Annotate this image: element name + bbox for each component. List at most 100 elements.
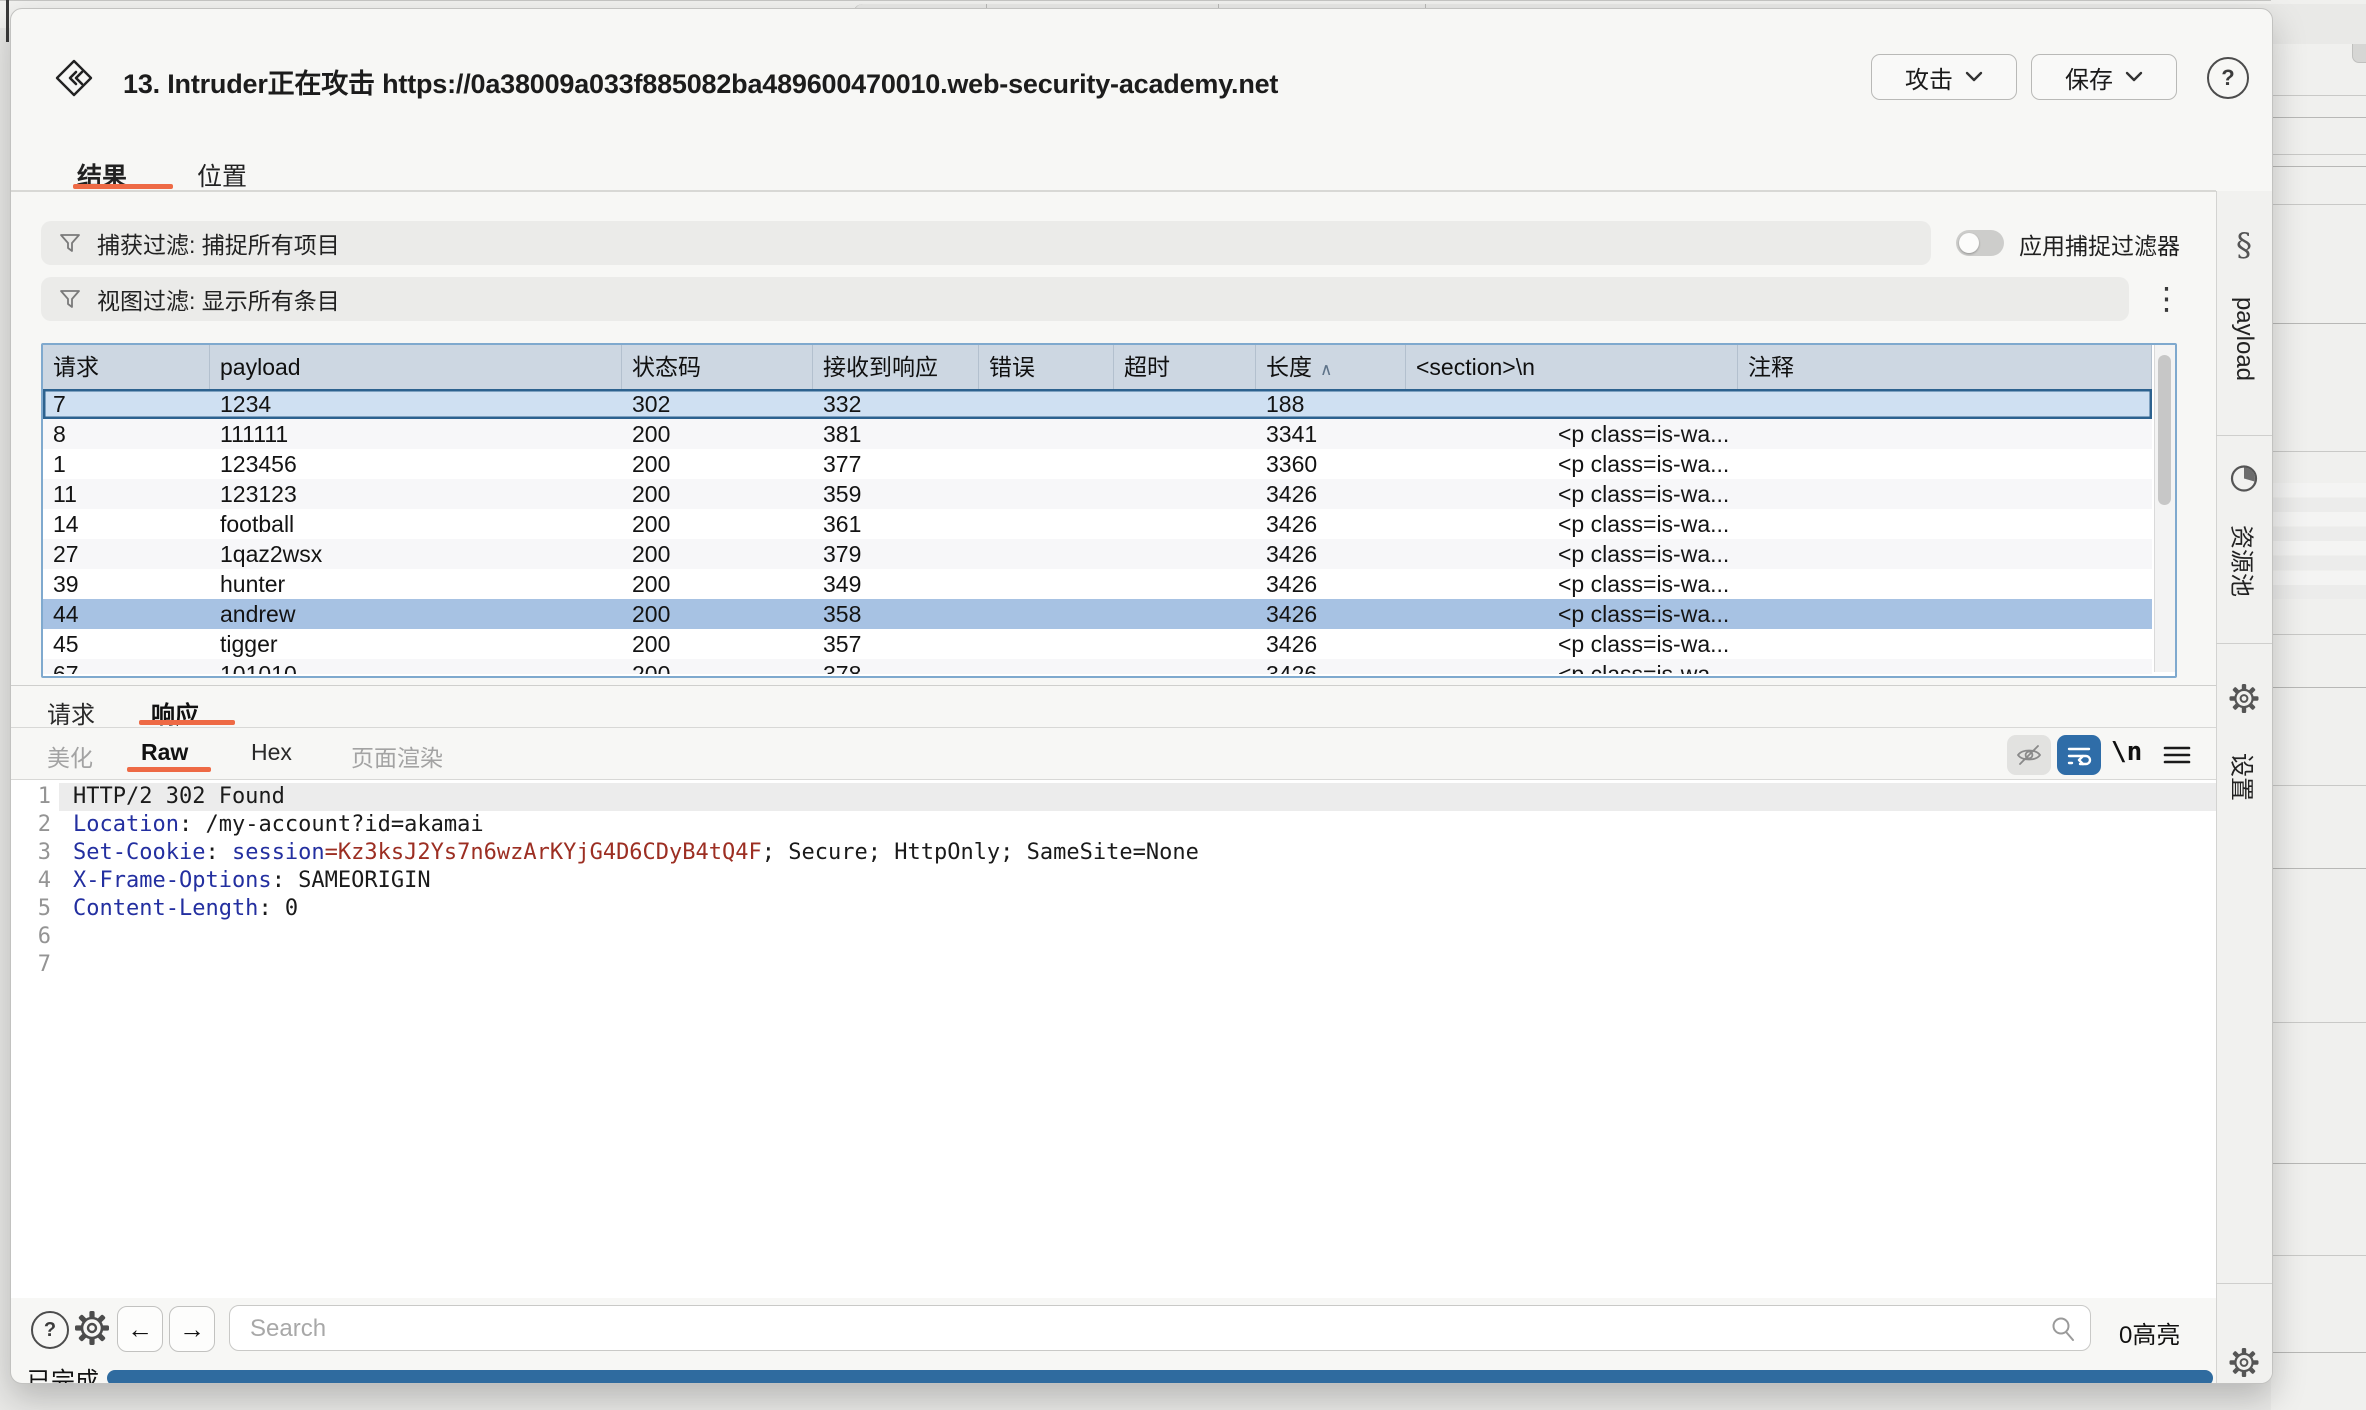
table-cell-received: 359 — [813, 479, 979, 509]
table-cell-payload: 123123 — [210, 479, 622, 509]
active-tab-underline — [73, 184, 173, 189]
table-cell-status: 200 — [622, 629, 813, 659]
background-zebra-row — [2271, 571, 2366, 585]
table-cell-status: 302 — [622, 389, 813, 419]
column-header-label: <section>\n — [1416, 354, 1535, 380]
attack-button[interactable]: 攻击 — [1871, 54, 2017, 100]
tab-request[interactable]: 请求 — [47, 695, 95, 730]
table-scrollbar[interactable] — [2154, 345, 2175, 672]
scrollbar-thumb[interactable] — [2158, 355, 2171, 505]
table-row[interactable]: 44andrew2003583426<p class=is-wa... — [43, 599, 2152, 629]
table-cell-request: 14 — [43, 509, 210, 539]
table-row[interactable]: 81111112003813341<p class=is-wa... — [43, 419, 2152, 449]
table-cell-length: 3426 — [1256, 539, 1406, 569]
table-cell-error — [979, 479, 1114, 509]
background-line — [2271, 154, 2366, 155]
table-cell-received: 378 — [813, 659, 979, 674]
table-cell-comment — [1738, 659, 2152, 674]
word-wrap-icon — [2066, 744, 2092, 766]
search-icon[interactable] — [2050, 1315, 2076, 1341]
column-header-timeout[interactable]: 超时 — [1114, 345, 1256, 389]
table-cell-request: 39 — [43, 569, 210, 599]
response-editor[interactable]: 1HTTP/2 302 Found2Location: /my-account?… — [11, 780, 2216, 1298]
table-row[interactable]: 271qaz2wsx2003793426<p class=is-wa... — [43, 539, 2152, 569]
background-line — [2271, 1022, 2366, 1023]
hamburger-menu-icon[interactable] — [2157, 735, 2197, 775]
toggle-knob — [1959, 233, 1979, 253]
line-content: Set-Cookie: session=Kz3ksJ2Ys7n6wzArKYjG… — [73, 839, 1199, 867]
table-row[interactable]: 111231232003593426<p class=is-wa... — [43, 479, 2152, 509]
back-icon[interactable] — [55, 59, 93, 102]
panel-resource-pool[interactable]: 资源池 — [2227, 525, 2262, 597]
view-filter-bar[interactable]: 视图过滤: 显示所有条目 — [41, 277, 2129, 321]
panel-settings[interactable]: 设置 — [2227, 753, 2262, 801]
kebab-menu-icon[interactable]: ⋮ — [2151, 279, 2181, 319]
tab-hex[interactable]: Hex — [251, 739, 292, 766]
search-input[interactable] — [248, 1306, 2022, 1351]
column-header-label: 接收到响应 — [823, 354, 938, 380]
tab-raw[interactable]: Raw — [141, 739, 188, 766]
tab-render[interactable]: 页面渲染 — [351, 739, 443, 773]
background-line — [2271, 117, 2366, 118]
line-number: 3 — [11, 839, 51, 867]
table-cell-received: 358 — [813, 599, 979, 629]
table-cell-error — [979, 419, 1114, 449]
search-help-icon[interactable]: ? — [31, 1311, 69, 1349]
column-header-comment[interactable]: 注释 — [1738, 345, 2152, 389]
divider — [2216, 643, 2272, 644]
progress-bar — [107, 1370, 2213, 1384]
background-zebra-row — [2271, 556, 2366, 570]
tab-positions[interactable]: 位置 — [197, 157, 247, 193]
response-line: 6 — [11, 923, 2216, 951]
table-row[interactable]: 671010102003783426<p class=is-wa... — [43, 659, 2152, 674]
tab-pretty[interactable]: 美化 — [47, 739, 93, 773]
table-cell-payload: football — [210, 509, 622, 539]
table-cell-timeout — [1114, 659, 1256, 674]
table-cell-status: 200 — [622, 419, 813, 449]
divider — [2216, 1283, 2272, 1284]
apply-capture-toggle[interactable] — [1956, 230, 2004, 256]
table-row[interactable]: 14football2003613426<p class=is-wa... — [43, 509, 2152, 539]
newline-toggle-button[interactable]: \n — [2111, 737, 2142, 767]
column-header-status[interactable]: 状态码 — [622, 345, 813, 389]
section-sign-icon[interactable]: § — [2236, 226, 2252, 264]
save-button[interactable]: 保存 — [2031, 54, 2177, 100]
search-settings-gear-icon[interactable] — [73, 1309, 111, 1352]
background-line — [2271, 323, 2366, 324]
table-row[interactable]: 11234562003773360<p class=is-wa... — [43, 449, 2152, 479]
response-line: 7 — [11, 951, 2216, 979]
clock-icon[interactable] — [2229, 464, 2259, 499]
table-cell-section: <p class=is-wa... — [1406, 539, 1738, 569]
table-cell-payload: 1234 — [210, 389, 622, 419]
table-cell-timeout — [1114, 539, 1256, 569]
background-zebra-row — [2271, 541, 2366, 555]
active-tab-underline — [139, 720, 235, 725]
background-zebra-row — [2271, 498, 2366, 512]
column-header-length[interactable]: 长度∧ — [1256, 345, 1406, 389]
table-cell-section: <p class=is-wa... — [1406, 629, 1738, 659]
background-line — [2271, 451, 2366, 452]
search-next-button[interactable]: → — [169, 1306, 215, 1352]
column-header-received[interactable]: 接收到响应 — [813, 345, 979, 389]
hide-nonprintable-button[interactable] — [2007, 735, 2051, 775]
pane-splitter[interactable] — [11, 685, 2216, 686]
gear-icon[interactable] — [2228, 683, 2260, 720]
table-row[interactable]: 71234302332188 — [43, 389, 2152, 419]
column-header-request[interactable]: 请求 — [43, 345, 210, 389]
panel-payload[interactable]: payload — [2230, 297, 2258, 381]
capture-filter-bar[interactable]: 捕获过滤: 捕捉所有项目 — [41, 221, 1931, 265]
search-prev-button[interactable]: ← — [117, 1306, 163, 1352]
column-header-error[interactable]: 错误 — [979, 345, 1114, 389]
word-wrap-button[interactable] — [2057, 735, 2101, 775]
table-row[interactable]: 45tigger2003573426<p class=is-wa... — [43, 629, 2152, 659]
help-icon[interactable]: ? — [2207, 57, 2249, 99]
table-cell-comment — [1738, 569, 2152, 599]
column-header-section[interactable]: <section>\n — [1406, 345, 1738, 389]
table-cell-status: 200 — [622, 659, 813, 674]
column-header-payload[interactable]: payload — [210, 345, 622, 389]
gear-icon[interactable] — [2228, 1347, 2260, 1384]
code-segment: Content-Length — [73, 896, 258, 921]
table-cell-error — [979, 449, 1114, 479]
table-row[interactable]: 39hunter2003493426<p class=is-wa... — [43, 569, 2152, 599]
code-segment: Location — [73, 812, 179, 837]
